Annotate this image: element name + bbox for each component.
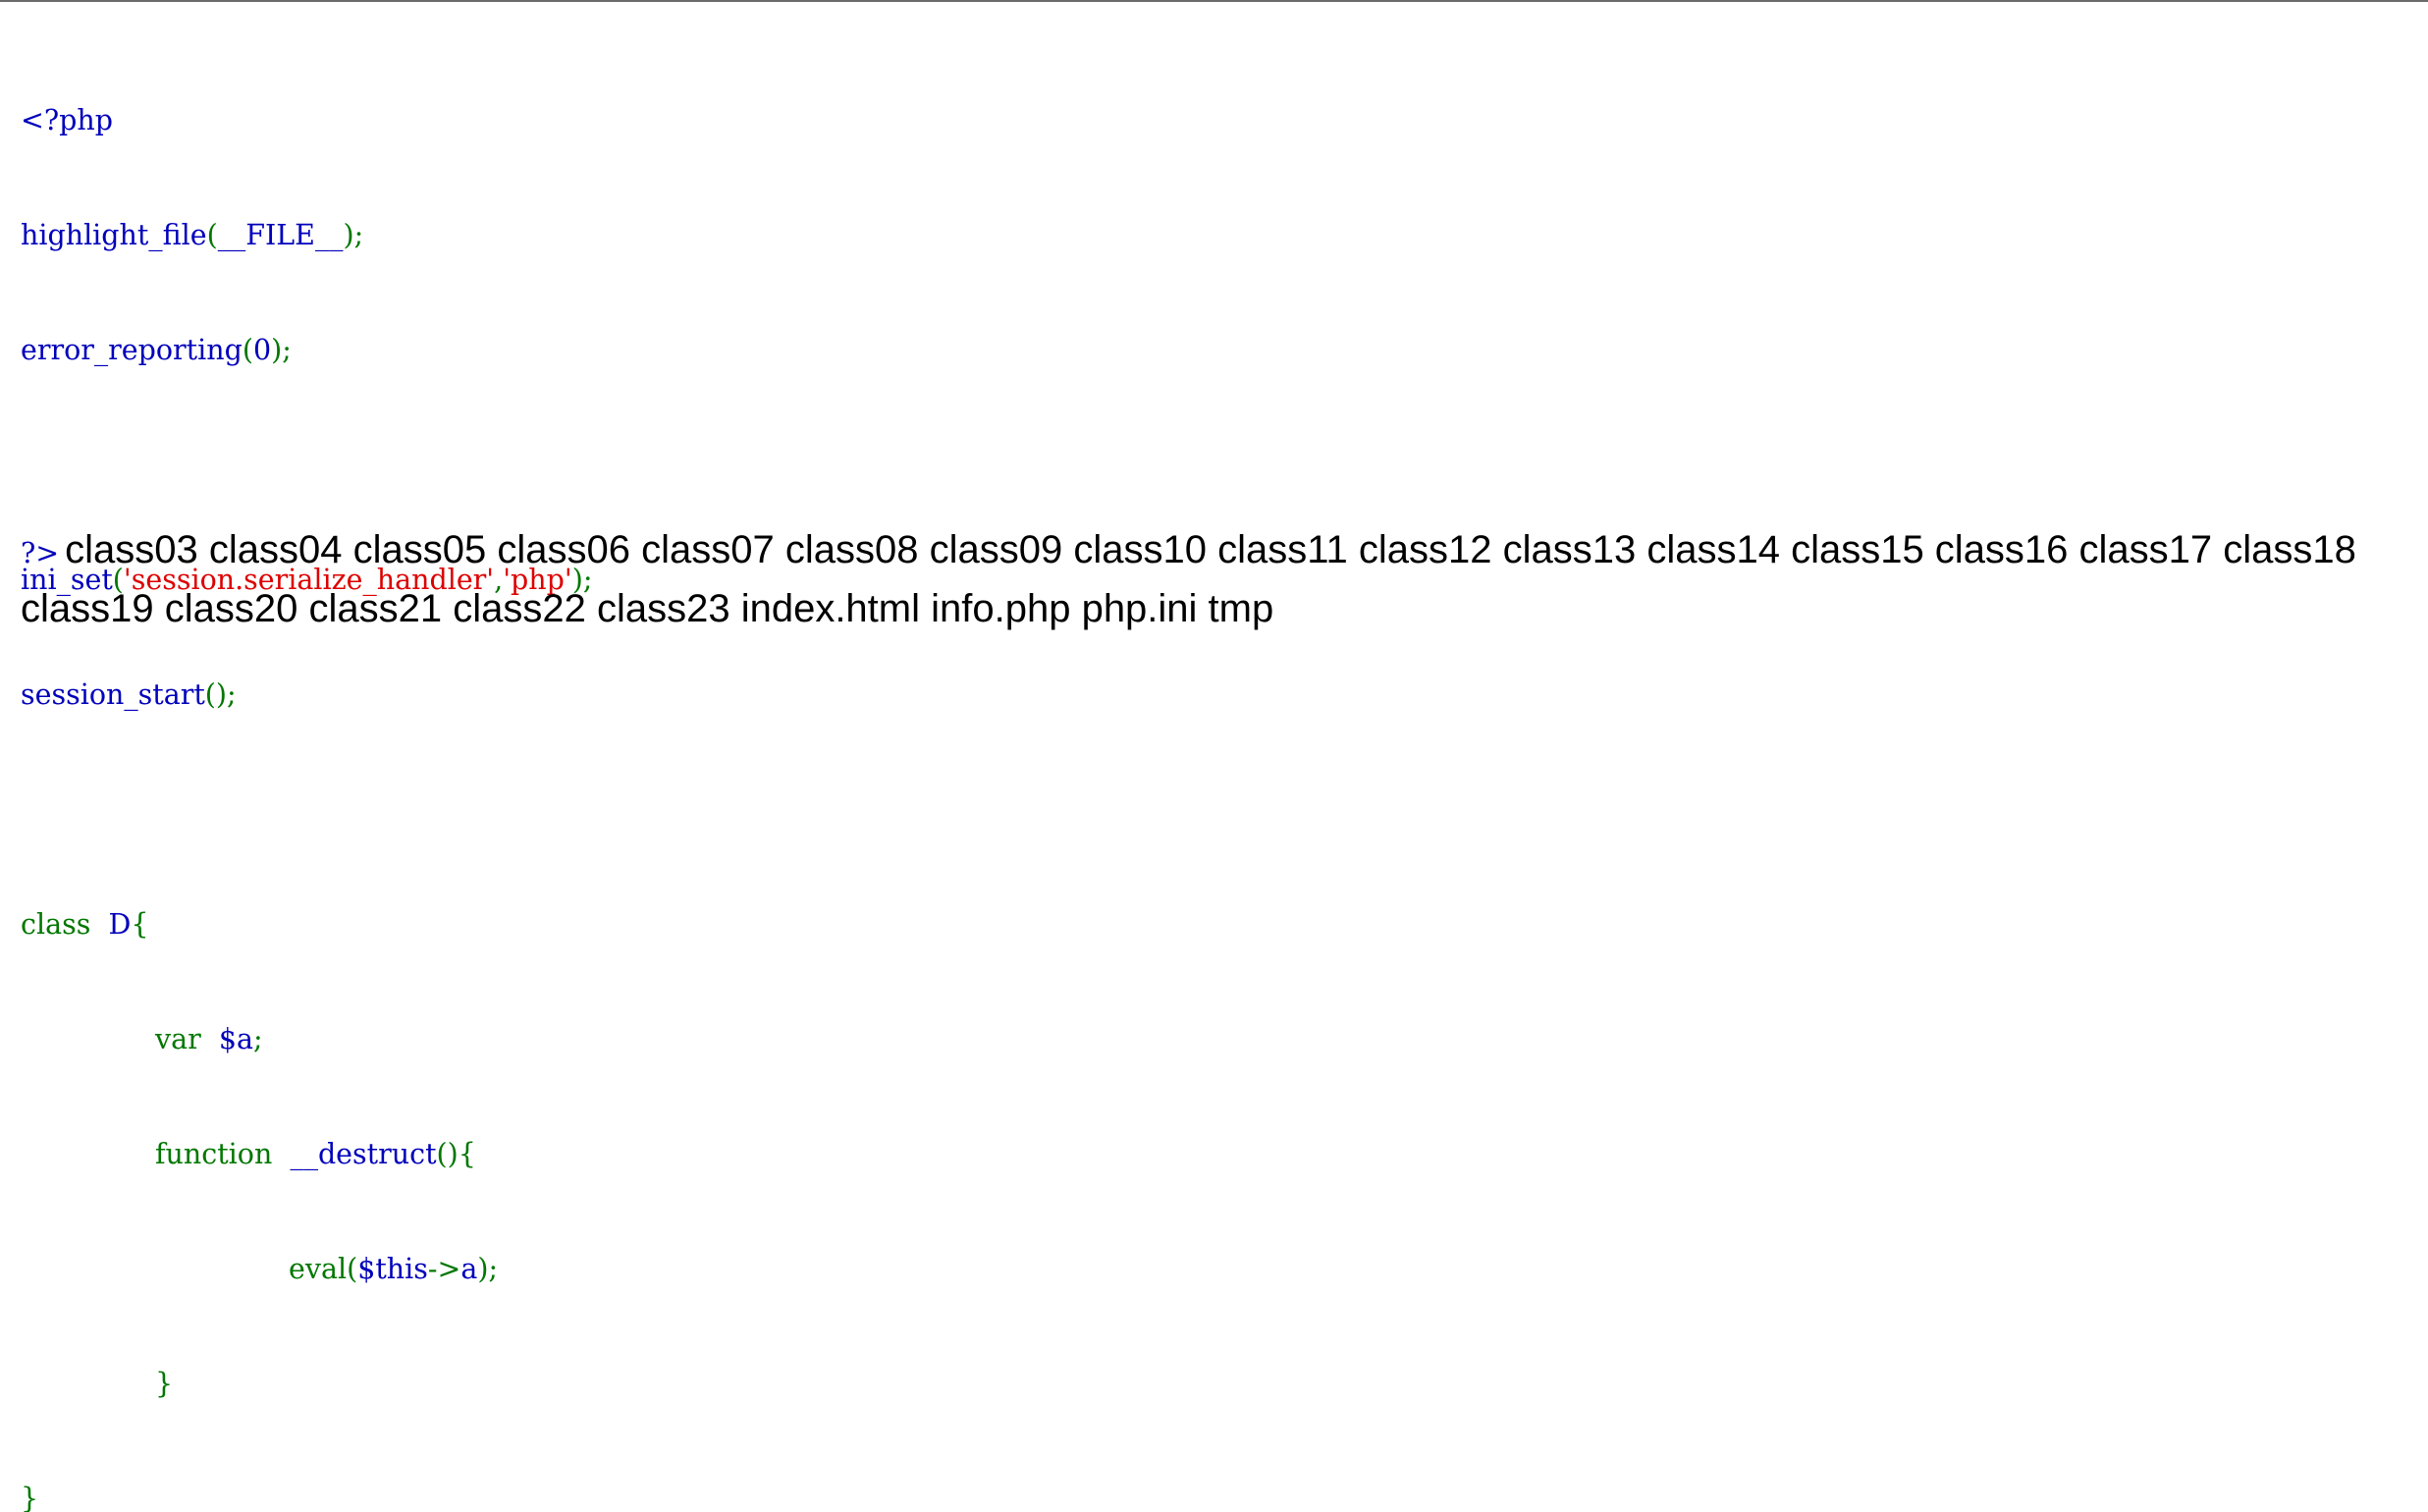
call-parens: (); [204, 678, 237, 711]
parens-brace: (){ [436, 1138, 476, 1170]
code-line-9: var $a; [21, 1020, 592, 1058]
brace-open: { [131, 908, 149, 941]
command-output: ?> class03 class04 class05 class06 class0… [21, 522, 2406, 636]
keyword-class: class [21, 908, 100, 941]
keyword-var: var [155, 1023, 210, 1055]
code-line-11: eval($this->a); [21, 1250, 592, 1288]
code-line-6: session_start(); [21, 675, 592, 714]
code-line-1: <?php [21, 101, 592, 139]
paren-close: ); [271, 334, 292, 366]
code-line-2: highlight_file(__FILE__); [21, 216, 592, 254]
paren-open: ( [242, 334, 253, 366]
code-line-10: function __destruct(){ [21, 1135, 592, 1173]
class-name-d: D [108, 908, 132, 941]
code-line-3: error_reporting(0); [21, 331, 592, 369]
code-line-12: } [21, 1365, 592, 1403]
semicolon: ; [252, 1023, 263, 1055]
property-a: a [460, 1253, 478, 1285]
number-zero: 0 [252, 334, 272, 366]
php-open-tag: <?php [21, 104, 114, 136]
paren-close: ); [343, 219, 364, 251]
variable-a: $a [218, 1023, 253, 1055]
paren-open: ( [206, 219, 218, 251]
paren-close: ); [477, 1253, 499, 1285]
code-line-4-blank [21, 446, 592, 484]
arrow-operator: -> [427, 1253, 461, 1285]
directory-listing: class03 class04 class05 class06 class07 … [21, 528, 2356, 630]
const-file: __FILE__ [217, 219, 344, 251]
fn-error-reporting: error_reporting [21, 334, 243, 366]
php-source-highlight: <?php highlight_file(__FILE__); error_re… [21, 25, 592, 1512]
php-close-tag: ?> [21, 537, 60, 569]
paren-open: ( [347, 1253, 358, 1285]
method-destruct: __destruct [290, 1138, 437, 1170]
fn-eval: eval [289, 1253, 348, 1285]
fn-session-start: session_start [21, 678, 205, 711]
code-line-7-blank [21, 790, 592, 829]
brace-close: } [21, 1483, 39, 1512]
code-line-8: class D{ [21, 905, 592, 944]
code-line-13: } [21, 1480, 592, 1512]
variable-this: $this [357, 1253, 428, 1285]
keyword-function: function [155, 1138, 282, 1170]
brace-close: } [155, 1368, 174, 1400]
fn-highlight-file: highlight_file [21, 219, 207, 251]
